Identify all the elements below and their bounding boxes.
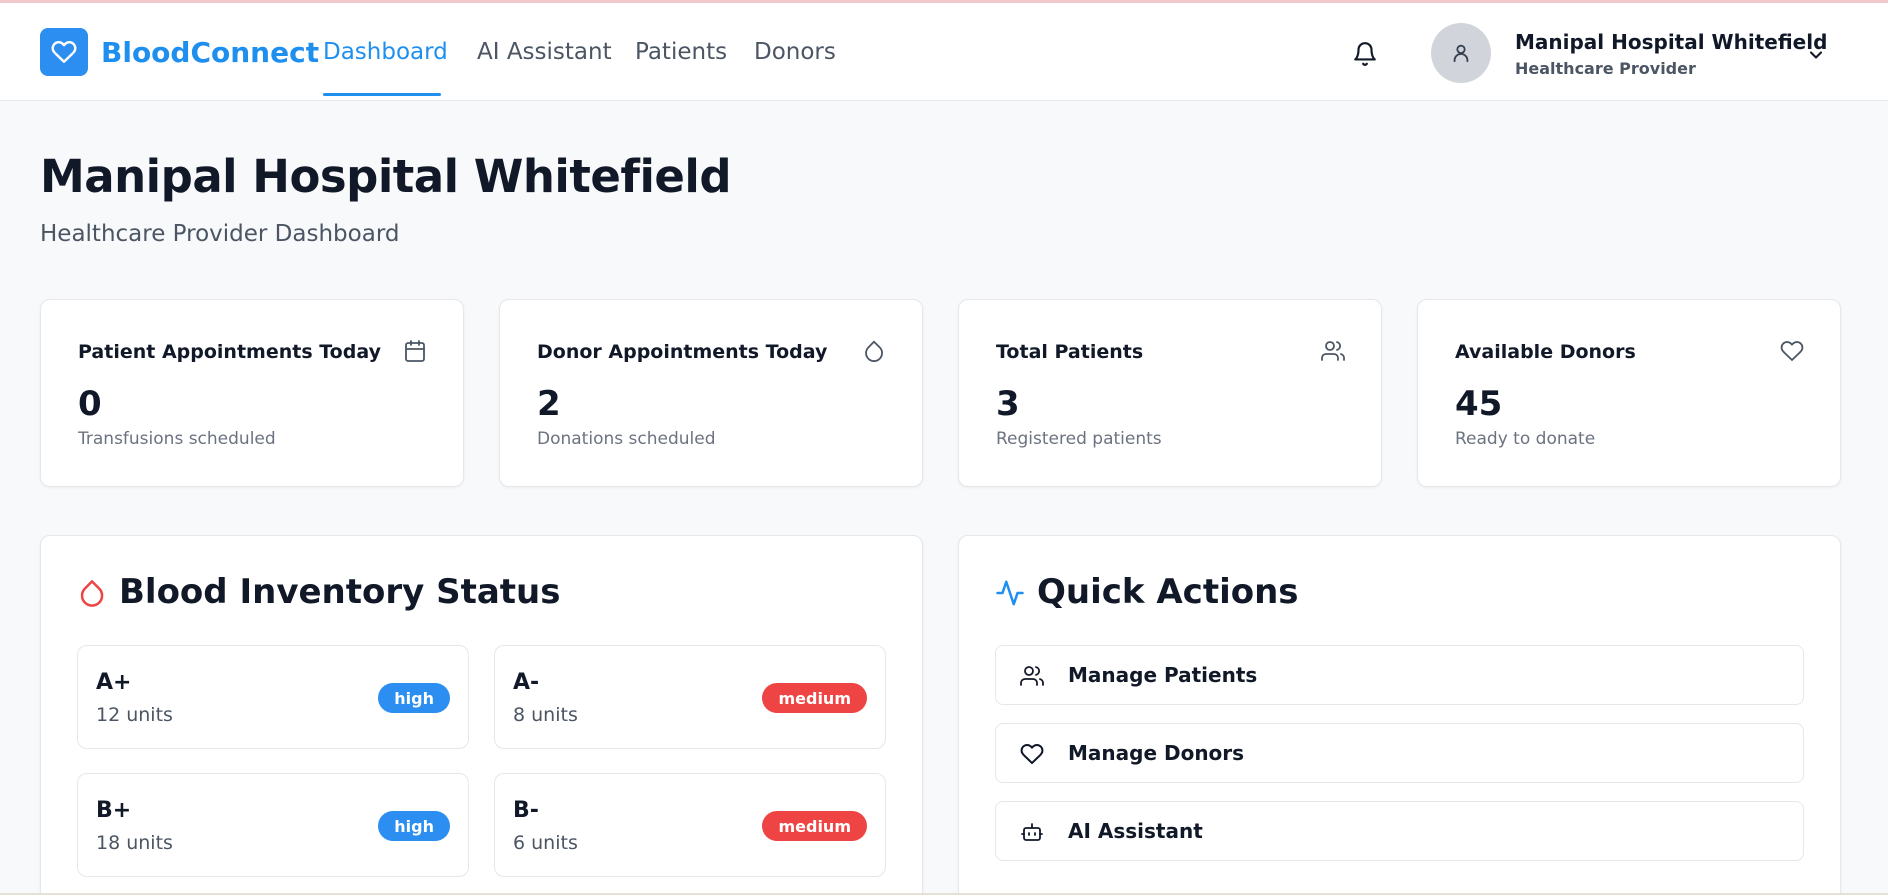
nav-donors[interactable]: Donors bbox=[754, 39, 836, 65]
action-label: Manage Patients bbox=[1068, 663, 1258, 687]
page-subtitle: Healthcare Provider Dashboard bbox=[40, 221, 400, 247]
stat-card-total-patients: Total Patients 3 Registered patients bbox=[958, 299, 1382, 487]
user-role: Healthcare Provider bbox=[1515, 59, 1696, 78]
nav-active-indicator bbox=[323, 93, 441, 96]
user-name[interactable]: Manipal Hospital Whitefield bbox=[1515, 30, 1827, 54]
stat-title: Patient Appointments Today bbox=[78, 341, 381, 363]
nav-dashboard[interactable]: Dashboard bbox=[323, 39, 448, 65]
manage-donors-button[interactable]: Manage Donors bbox=[995, 723, 1804, 783]
stat-card-available-donors: Available Donors 45 Ready to donate bbox=[1417, 299, 1841, 487]
ai-assistant-button[interactable]: AI Assistant bbox=[995, 801, 1804, 861]
stat-value: 3 bbox=[996, 384, 1020, 424]
avatar[interactable] bbox=[1431, 23, 1491, 83]
top-navbar: BloodConnect Dashboard AI Assistant Pati… bbox=[0, 3, 1888, 101]
status-badge: medium bbox=[762, 811, 867, 841]
users-icon bbox=[1020, 666, 1044, 686]
stat-title: Available Donors bbox=[1455, 341, 1636, 363]
blood-units: 18 units bbox=[96, 832, 173, 854]
blood-card-a-positive[interactable]: A+ 12 units high bbox=[77, 645, 469, 749]
stat-value: 2 bbox=[537, 384, 561, 424]
bot-icon bbox=[1021, 823, 1043, 841]
blood-inventory-title: Blood Inventory Status bbox=[119, 572, 561, 612]
action-label: Manage Donors bbox=[1068, 741, 1245, 765]
stat-description: Transfusions scheduled bbox=[78, 429, 276, 449]
logo[interactable] bbox=[40, 28, 88, 76]
stat-description: Registered patients bbox=[996, 429, 1162, 449]
heart-icon bbox=[1780, 341, 1804, 361]
blood-type: A- bbox=[513, 670, 540, 695]
stat-card-patient-appointments: Patient Appointments Today 0 Transfusion… bbox=[40, 299, 464, 487]
user-icon bbox=[1453, 44, 1469, 63]
nav-ai-assistant[interactable]: AI Assistant bbox=[477, 39, 612, 65]
manage-patients-button[interactable]: Manage Patients bbox=[995, 645, 1804, 705]
stat-card-donor-appointments: Donor Appointments Today 2 Donations sch… bbox=[499, 299, 923, 487]
blood-card-a-negative[interactable]: A- 8 units medium bbox=[494, 645, 886, 749]
users-icon bbox=[1321, 341, 1345, 361]
heart-icon bbox=[1020, 744, 1044, 764]
droplet-icon bbox=[80, 580, 104, 607]
status-badge: medium bbox=[762, 683, 867, 713]
stat-title: Total Patients bbox=[996, 341, 1144, 363]
heart-icon bbox=[51, 41, 77, 63]
stat-description: Ready to donate bbox=[1455, 429, 1596, 449]
blood-inventory-panel: Blood Inventory Status A+ 12 units high … bbox=[40, 535, 923, 895]
chevron-down-icon[interactable] bbox=[1806, 45, 1826, 65]
quick-actions-panel: Quick Actions Manage Patients Manage Don… bbox=[958, 535, 1841, 895]
stat-value: 45 bbox=[1455, 384, 1503, 424]
blood-type: A+ bbox=[96, 670, 132, 695]
calendar-icon bbox=[405, 340, 425, 362]
activity-icon bbox=[996, 580, 1024, 606]
blood-units: 6 units bbox=[513, 832, 578, 854]
blood-units: 12 units bbox=[96, 704, 173, 726]
bell-icon[interactable] bbox=[1352, 40, 1378, 68]
stat-value: 0 bbox=[78, 384, 102, 424]
blood-units: 8 units bbox=[513, 704, 578, 726]
blood-type: B+ bbox=[96, 798, 132, 823]
stat-description: Donations scheduled bbox=[537, 429, 716, 449]
status-badge: high bbox=[378, 811, 450, 841]
stat-title: Donor Appointments Today bbox=[537, 341, 828, 363]
droplet-icon bbox=[865, 340, 883, 362]
quick-actions-title: Quick Actions bbox=[1037, 572, 1299, 612]
action-label: AI Assistant bbox=[1068, 819, 1203, 843]
status-badge: high bbox=[378, 683, 450, 713]
app-name[interactable]: BloodConnect bbox=[101, 36, 319, 69]
blood-card-b-positive[interactable]: B+ 18 units high bbox=[77, 773, 469, 877]
blood-card-b-negative[interactable]: B- 6 units medium bbox=[494, 773, 886, 877]
nav-patients[interactable]: Patients bbox=[635, 39, 727, 65]
blood-type: B- bbox=[513, 798, 539, 823]
page-title: Manipal Hospital Whitefield bbox=[40, 150, 732, 203]
